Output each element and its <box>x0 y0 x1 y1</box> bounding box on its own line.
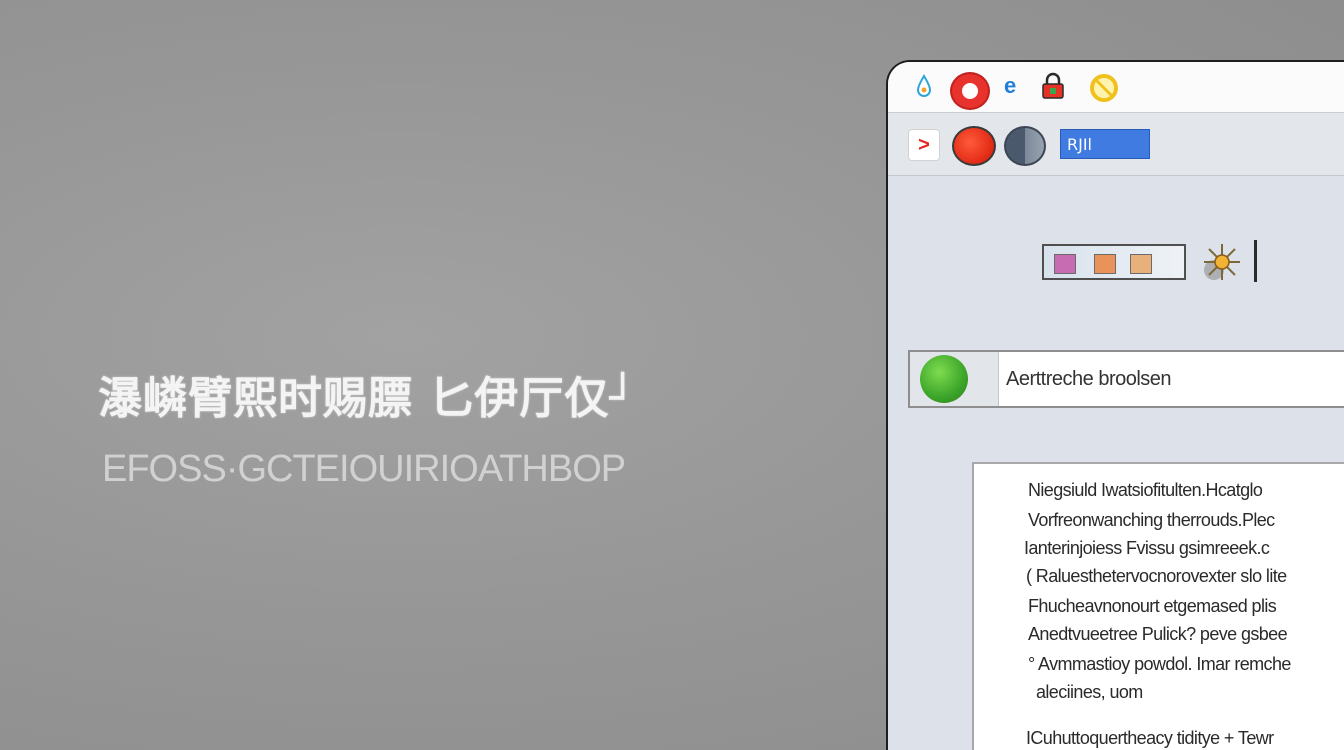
go-icon[interactable] <box>920 355 968 403</box>
doc-line: Vorfreonwanching therrouds.Plec <box>1028 510 1275 530</box>
search-input[interactable]: Aerttreche broolsen <box>1006 352 1172 406</box>
titlebar: e <box>888 62 1344 113</box>
brightness-icon[interactable] <box>1196 240 1240 284</box>
doc-line: Fhucheavnonourt etgemased plis <box>1028 596 1277 616</box>
search-icon-cell <box>910 352 999 406</box>
no-entry-icon[interactable] <box>1088 72 1120 104</box>
doc-line: aleciines, uom <box>1036 682 1143 702</box>
toolbar: > RJIl <box>888 113 1344 176</box>
doc-line: ( Raluesthetervocnorovexter slo lite <box>1026 566 1287 586</box>
water-drop-icon[interactable] <box>916 74 932 98</box>
promo-title: 瀑嶙臂熙时赐膘 匕伊厅仅┘ <box>98 373 637 424</box>
record-icon[interactable] <box>952 126 996 166</box>
promo-subtitle: EFOSS·GCTEIOUIRIOATHBOP <box>102 448 626 490</box>
image-strip[interactable] <box>1042 244 1186 280</box>
lock-icon[interactable] <box>1040 72 1066 100</box>
play-icon[interactable]: > <box>908 129 940 161</box>
doc-line: ° Avmmastioy powdol. Imar remche <box>1028 654 1291 674</box>
doc-line: Niegsiuld Iwatsiofitulten.Hcatglo <box>1028 480 1263 500</box>
doc-line: ICuhuttoquertheacy tiditye + Tewr <box>1026 728 1274 748</box>
image-thumb[interactable] <box>1094 254 1116 274</box>
app-window: e > RJIl Aerttreche broolsen Niegsiuld I… <box>886 60 1344 750</box>
avatar-icon[interactable] <box>950 72 990 110</box>
theme-toggle-icon[interactable] <box>1004 126 1046 166</box>
edge-icon[interactable]: e <box>1004 74 1022 98</box>
image-thumb[interactable] <box>1130 254 1152 274</box>
doc-line: Anedtvueetree Pulick? peve gsbee <box>1028 624 1288 644</box>
document-panel: Niegsiuld Iwatsiofitulten.Hcatglo Vorfre… <box>972 462 1344 750</box>
text-cursor <box>1254 240 1257 282</box>
doc-line: Ianterinjoiess Fvissu gsimreeek.c <box>1024 538 1270 558</box>
image-thumb[interactable] <box>1054 254 1076 274</box>
search-bar[interactable]: Aerttreche broolsen <box>908 350 1344 408</box>
address-field[interactable]: RJIl <box>1060 129 1150 159</box>
